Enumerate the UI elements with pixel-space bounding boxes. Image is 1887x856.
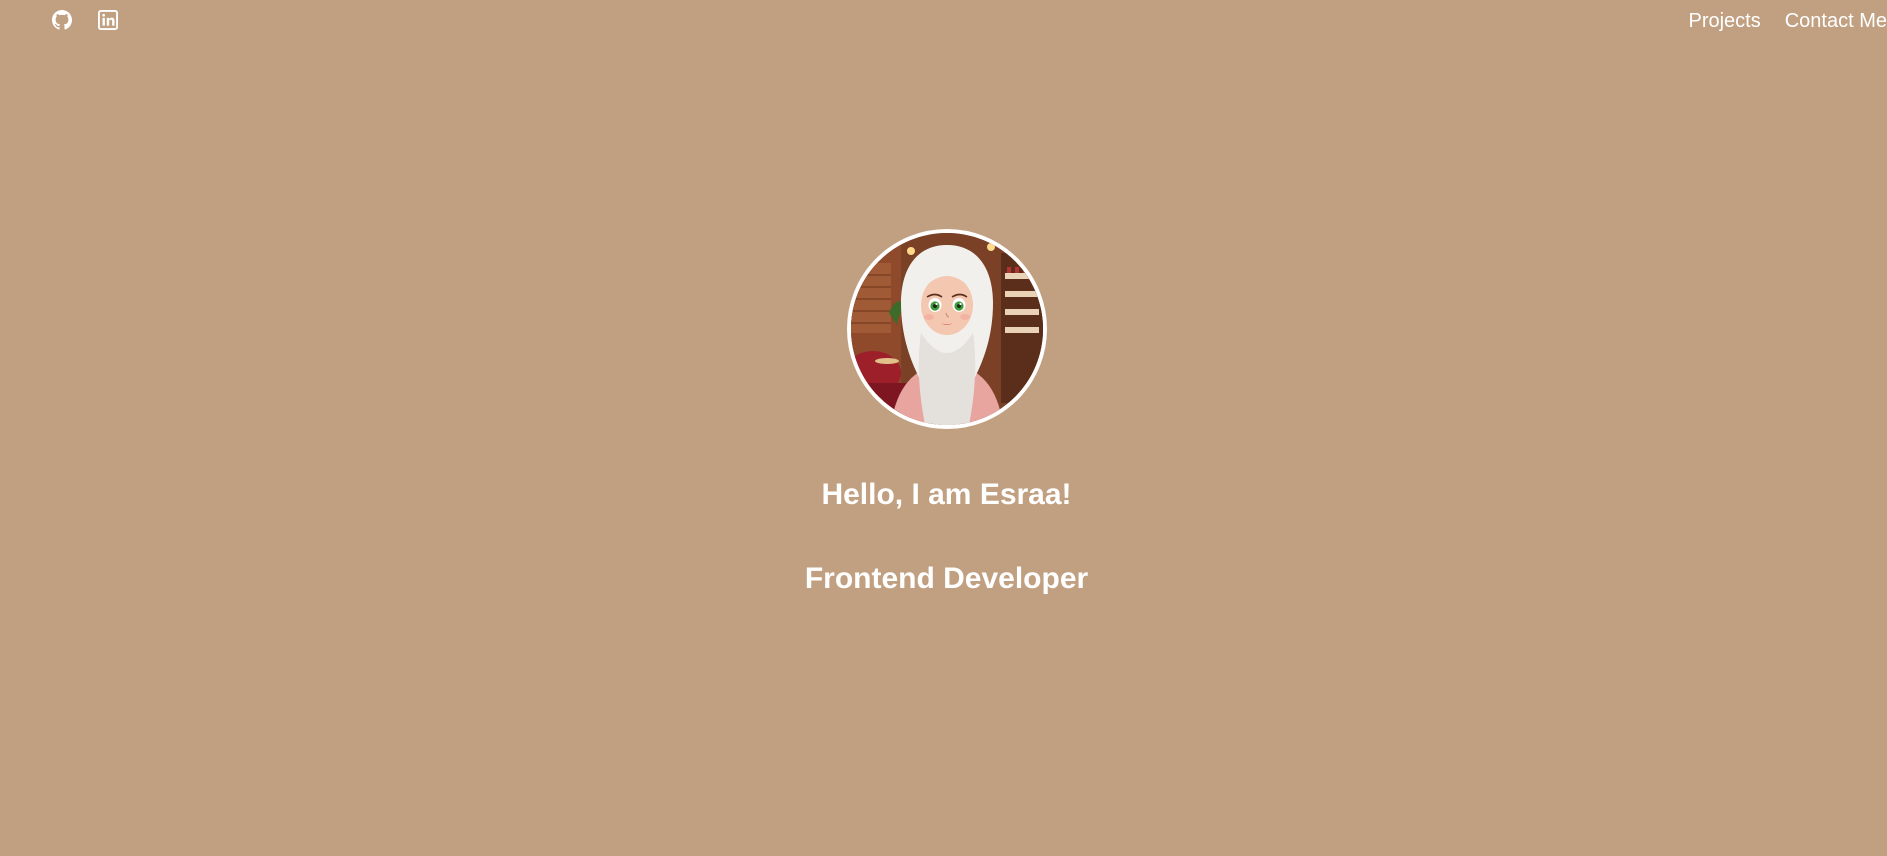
linkedin-link[interactable]: [98, 10, 118, 30]
hero-greeting: Hello, I am Esraa!: [821, 478, 1072, 511]
nav-contact-link[interactable]: Contact Me: [1785, 9, 1887, 33]
hero-role: Frontend Developer: [804, 562, 1089, 595]
profile-avatar: [846, 229, 1047, 429]
linkedin-icon: [98, 10, 118, 30]
github-link[interactable]: [52, 10, 72, 30]
github-icon: [52, 10, 72, 30]
nav-projects-link[interactable]: Projects: [1688, 9, 1760, 33]
social-links: [52, 10, 118, 30]
top-nav: Projects Contact Me: [1688, 9, 1887, 33]
hero-section: Hello, I am Esraa! Frontend Developer: [0, 229, 1887, 596]
page: Projects Contact Me Hello, I am Esraa! F…: [0, 0, 1887, 856]
avatar-illustration: [850, 233, 1043, 425]
